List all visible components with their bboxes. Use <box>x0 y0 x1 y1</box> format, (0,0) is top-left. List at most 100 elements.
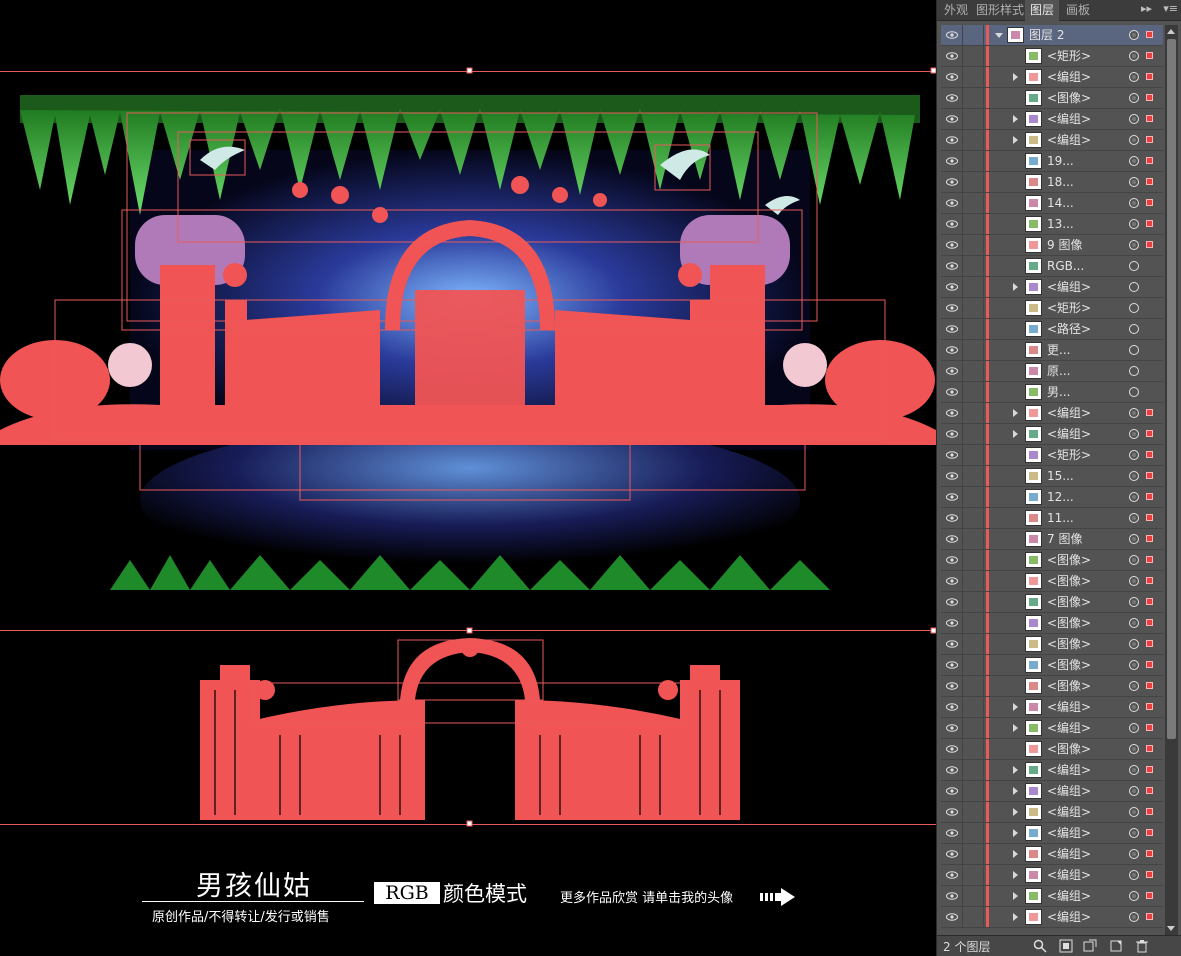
visibility-eye-icon[interactable] <box>943 361 961 381</box>
selection-square-icon[interactable] <box>1146 598 1153 605</box>
expand-arrow-icon[interactable] <box>1013 871 1018 879</box>
layer-name[interactable]: 14... <box>1047 193 1074 213</box>
delete-layer-icon[interactable] <box>1135 939 1149 953</box>
target-circle-icon[interactable] <box>1129 639 1139 649</box>
layer-name[interactable]: <编组> <box>1047 403 1091 423</box>
expand-arrow-icon[interactable] <box>1013 808 1018 816</box>
selection-square-icon[interactable] <box>1146 766 1153 773</box>
target-circle-icon[interactable] <box>1129 240 1139 250</box>
layer-name[interactable]: <编组> <box>1047 907 1091 927</box>
selection-square-icon[interactable] <box>1146 94 1153 101</box>
selection-square-icon[interactable] <box>1146 661 1153 668</box>
layer-row[interactable]: <图像> <box>941 655 1163 676</box>
selection-square-icon[interactable] <box>1146 535 1153 542</box>
layer-name[interactable]: <图像> <box>1047 613 1091 633</box>
layer-name[interactable]: 12... <box>1047 487 1074 507</box>
lock-toggle[interactable] <box>963 466 983 486</box>
selection-square-icon[interactable] <box>1146 808 1153 815</box>
expand-arrow-icon[interactable] <box>1013 913 1018 921</box>
target-circle-icon[interactable] <box>1129 555 1139 565</box>
selection-square-icon[interactable] <box>1146 31 1153 38</box>
layer-row[interactable]: <编组> <box>941 886 1163 907</box>
layer-name[interactable]: <矩形> <box>1047 46 1091 66</box>
layer-name[interactable]: <路径> <box>1047 319 1091 339</box>
lock-toggle[interactable] <box>963 25 983 45</box>
visibility-eye-icon[interactable] <box>943 277 961 297</box>
target-circle-icon[interactable] <box>1129 450 1139 460</box>
scroll-thumb[interactable] <box>1167 39 1176 739</box>
selection-square-icon[interactable] <box>1146 745 1153 752</box>
lock-toggle[interactable] <box>963 277 983 297</box>
layer-name[interactable]: 更... <box>1047 340 1070 360</box>
lock-toggle[interactable] <box>963 46 983 66</box>
layer-row[interactable]: <编组> <box>941 697 1163 718</box>
lock-toggle[interactable] <box>963 424 983 444</box>
layer-row[interactable]: <图像> <box>941 88 1163 109</box>
layer-name[interactable]: <图像> <box>1047 739 1091 759</box>
target-circle-icon[interactable] <box>1129 72 1139 82</box>
target-circle-icon[interactable] <box>1129 366 1139 376</box>
layer-name[interactable]: 11... <box>1047 508 1074 528</box>
lock-toggle[interactable] <box>963 319 983 339</box>
visibility-eye-icon[interactable] <box>943 844 961 864</box>
layer-name[interactable]: <图像> <box>1047 88 1091 108</box>
lock-toggle[interactable] <box>963 361 983 381</box>
selection-square-icon[interactable] <box>1146 493 1153 500</box>
layer-row[interactable]: <编组> <box>941 907 1163 928</box>
lock-toggle[interactable] <box>963 592 983 612</box>
lock-toggle[interactable] <box>963 151 983 171</box>
visibility-eye-icon[interactable] <box>943 634 961 654</box>
lock-toggle[interactable] <box>963 886 983 906</box>
tab-layers[interactable]: 图层 <box>1025 0 1060 21</box>
selection-square-icon[interactable] <box>1146 514 1153 521</box>
layer-row[interactable]: <编组> <box>941 781 1163 802</box>
layer-name[interactable]: 男... <box>1047 382 1070 402</box>
layer-name[interactable]: <编组> <box>1047 697 1091 717</box>
layer-name[interactable]: 19... <box>1047 151 1074 171</box>
layer-name[interactable]: 18... <box>1047 172 1074 192</box>
selection-square-icon[interactable] <box>1146 115 1153 122</box>
visibility-eye-icon[interactable] <box>943 886 961 906</box>
lock-toggle[interactable] <box>963 508 983 528</box>
layer-row[interactable]: <图像> <box>941 571 1163 592</box>
target-circle-icon[interactable] <box>1129 156 1139 166</box>
target-circle-icon[interactable] <box>1129 681 1139 691</box>
wedding-stage-artwork[interactable] <box>0 0 936 956</box>
visibility-eye-icon[interactable] <box>943 697 961 717</box>
visibility-eye-icon[interactable] <box>943 865 961 885</box>
target-circle-icon[interactable] <box>1129 30 1139 40</box>
target-circle-icon[interactable] <box>1129 828 1139 838</box>
layer-row-top[interactable]: 图层 2 <box>941 25 1163 46</box>
layer-name[interactable]: <编组> <box>1047 823 1091 843</box>
target-circle-icon[interactable] <box>1129 282 1139 292</box>
clipping-mask-icon[interactable] <box>1059 939 1073 953</box>
layer-name[interactable]: <编组> <box>1047 865 1091 885</box>
layer-name[interactable]: 13... <box>1047 214 1074 234</box>
layer-name[interactable]: <图像> <box>1047 655 1091 675</box>
visibility-eye-icon[interactable] <box>943 676 961 696</box>
visibility-eye-icon[interactable] <box>943 193 961 213</box>
expand-arrow-icon[interactable] <box>1013 136 1018 144</box>
selection-square-icon[interactable] <box>1146 241 1153 248</box>
target-circle-icon[interactable] <box>1129 513 1139 523</box>
layer-row[interactable]: 19... <box>941 151 1163 172</box>
visibility-eye-icon[interactable] <box>943 571 961 591</box>
layers-scrollbar[interactable] <box>1165 25 1178 935</box>
selection-square-icon[interactable] <box>1146 52 1153 59</box>
layer-name[interactable]: <编组> <box>1047 424 1091 444</box>
target-circle-icon[interactable] <box>1129 219 1139 229</box>
target-circle-icon[interactable] <box>1129 135 1139 145</box>
layer-name[interactable]: 7 图像 <box>1047 529 1082 549</box>
target-circle-icon[interactable] <box>1129 114 1139 124</box>
expand-arrow-icon[interactable] <box>1013 850 1018 858</box>
layer-row[interactable]: 18... <box>941 172 1163 193</box>
visibility-eye-icon[interactable] <box>943 340 961 360</box>
layer-row[interactable]: <图像> <box>941 634 1163 655</box>
selection-square-icon[interactable] <box>1146 703 1153 710</box>
layer-name[interactable]: <图像> <box>1047 634 1091 654</box>
visibility-eye-icon[interactable] <box>943 151 961 171</box>
collapse-arrow-icon[interactable] <box>995 33 1003 38</box>
visibility-eye-icon[interactable] <box>943 67 961 87</box>
visibility-eye-icon[interactable] <box>943 235 961 255</box>
scroll-down-icon[interactable] <box>1167 926 1175 931</box>
